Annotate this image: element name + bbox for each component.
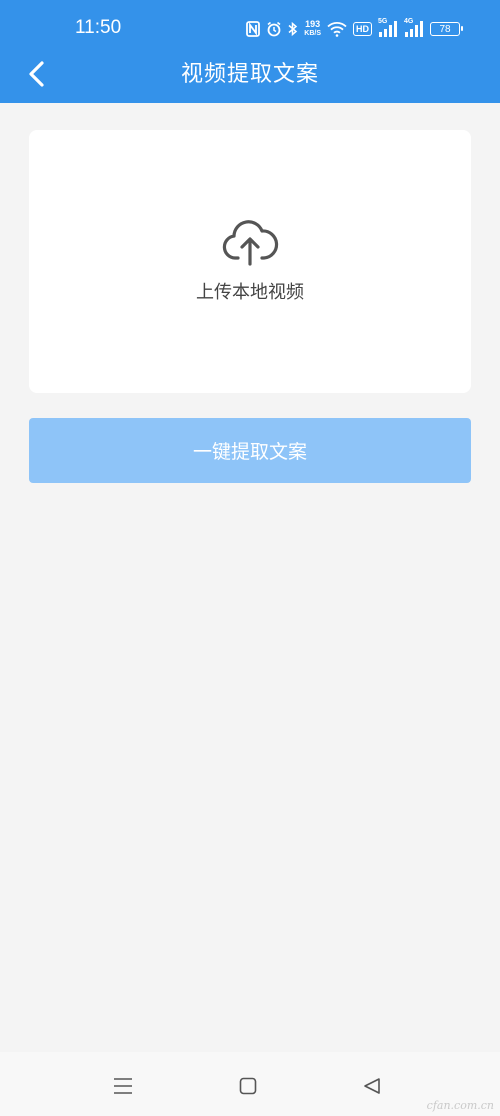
back-triangle-icon <box>364 1078 380 1094</box>
upload-label[interactable]: 上传本地视频 <box>0 281 500 305</box>
hd-icon: HD <box>353 22 372 36</box>
hd-label: HD <box>356 23 369 34</box>
signal-icon-5g: 5G <box>378 18 398 37</box>
extract-text-label: 一键提取文案 <box>192 441 307 463</box>
menu-button[interactable] <box>103 1066 143 1106</box>
extract-text-button[interactable]: 一键提取文案 <box>29 418 471 483</box>
network-speed-value: 193 <box>305 19 321 29</box>
page-title: 视频提取文案 <box>180 62 319 87</box>
status-time: 11:50 <box>75 17 122 38</box>
wifi-icon <box>327 21 347 37</box>
system-nav-bar: cfan.com.cn <box>0 1052 500 1116</box>
back-nav-button[interactable] <box>352 1066 392 1106</box>
menu-icon <box>114 1078 132 1094</box>
bluetooth-icon <box>288 21 298 37</box>
battery-level: 78 <box>439 23 451 35</box>
signal-4g-label: 4G <box>404 18 414 25</box>
alarm-icon <box>266 21 282 37</box>
status-icons: 193 KB/S HD 5G 4G 78 <box>246 17 463 41</box>
app-header: 11:50 193 KB/S HD 5G 4G 78 视频提取文案 <box>0 0 500 103</box>
status-bar: 11:50 193 KB/S HD 5G 4G 78 <box>0 0 500 52</box>
network-speed-unit: KB/S <box>304 30 321 37</box>
signal-5g-label: 5G <box>378 18 388 25</box>
home-button[interactable] <box>228 1066 268 1106</box>
home-square-icon <box>239 1077 257 1095</box>
battery-icon: 78 <box>430 22 463 36</box>
signal-icon-4g: 4G <box>404 18 424 37</box>
nfc-icon <box>246 21 261 37</box>
watermark: cfan.com.cn <box>426 1099 494 1112</box>
cloud-upload-icon[interactable] <box>221 216 279 268</box>
network-speed: 193 KB/S <box>304 20 321 38</box>
